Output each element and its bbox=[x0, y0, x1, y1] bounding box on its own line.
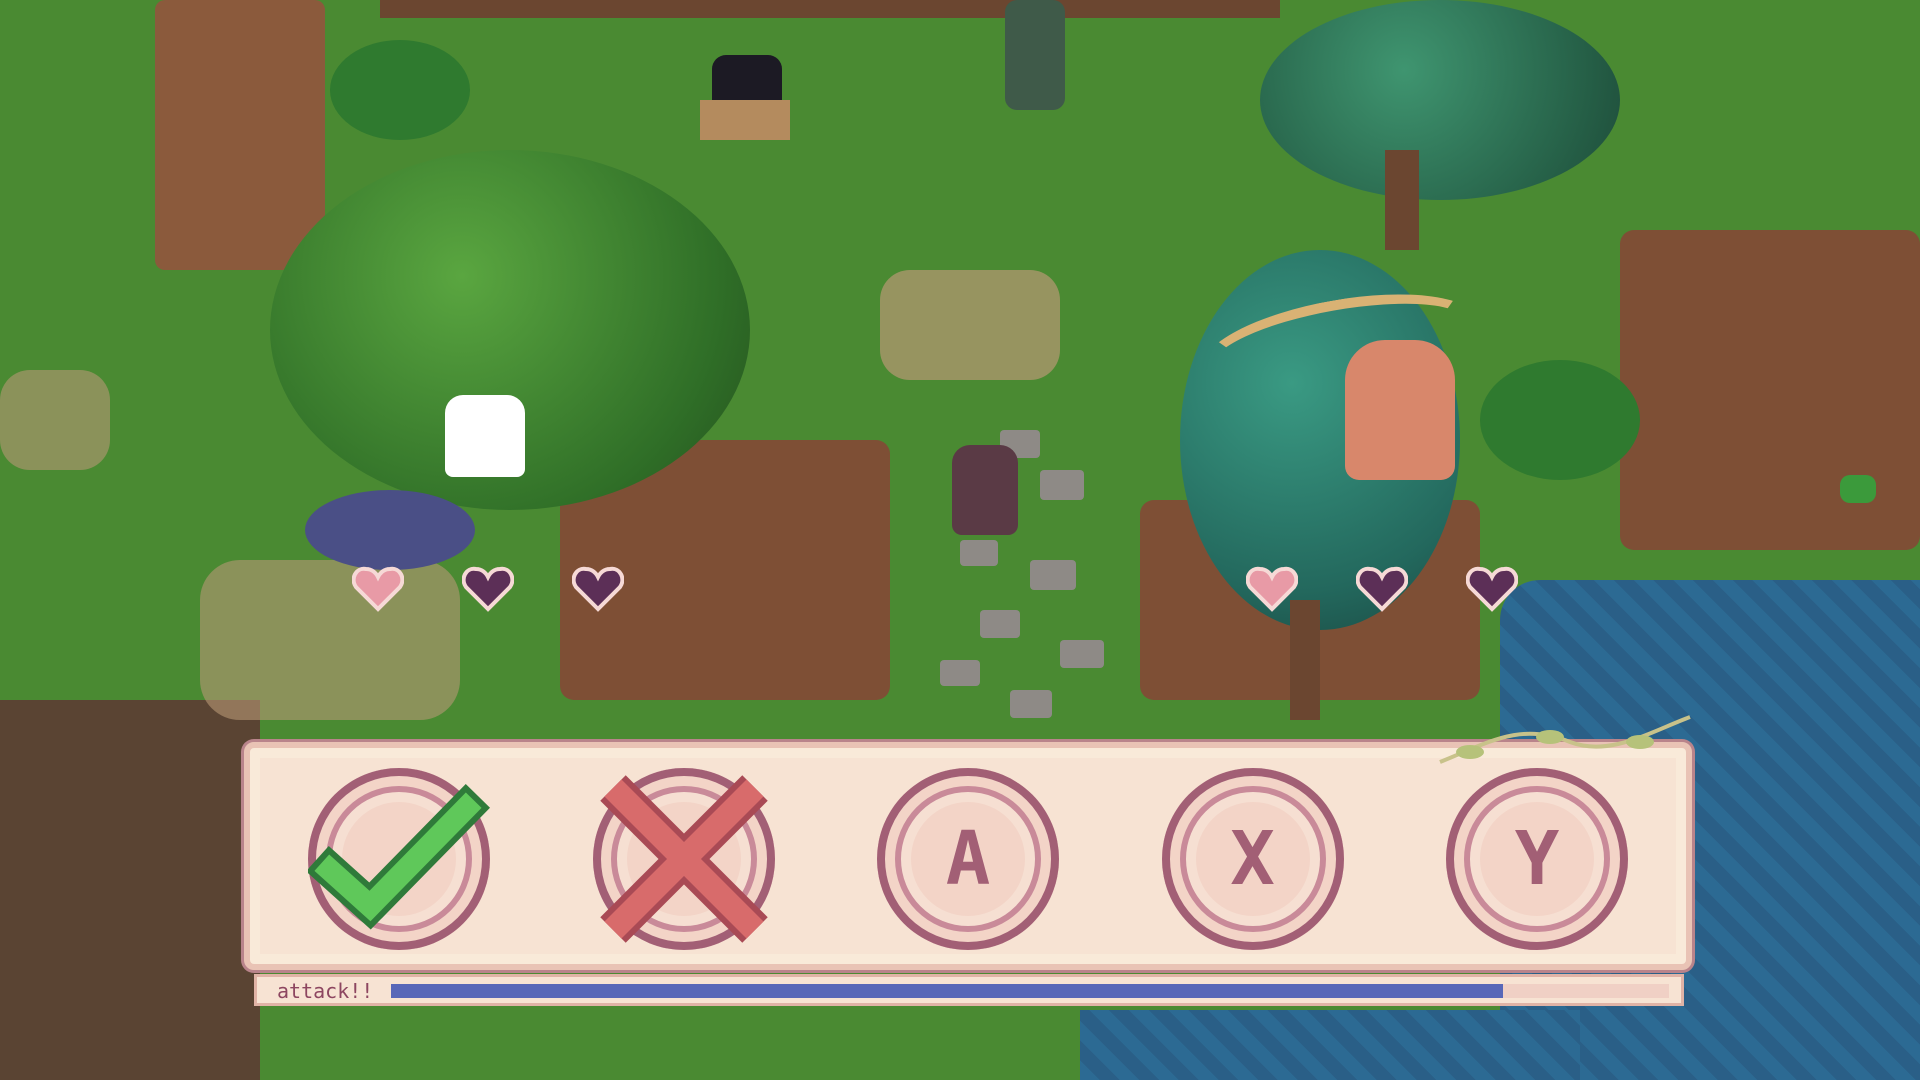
enemy-hearts bbox=[1246, 565, 1518, 613]
heart-icon bbox=[462, 565, 514, 613]
fence bbox=[380, 0, 1280, 18]
frog bbox=[1840, 475, 1876, 503]
dirt-patch bbox=[880, 270, 1060, 380]
qte-button-letter: X bbox=[1230, 816, 1275, 902]
qte-button-row: A X Y bbox=[305, 768, 1628, 950]
purple-bush bbox=[305, 490, 475, 570]
heart-icon bbox=[572, 565, 624, 613]
heart-icon bbox=[1356, 565, 1408, 613]
path-stone bbox=[960, 540, 998, 566]
qte-panel: A X Y bbox=[244, 742, 1692, 970]
timer-label: attack!! bbox=[277, 979, 374, 1003]
heart-icon bbox=[352, 565, 404, 613]
villager-npc bbox=[1005, 0, 1065, 110]
qte-button-letter: Y bbox=[1514, 816, 1560, 902]
qte-button-a[interactable]: A bbox=[877, 768, 1059, 950]
path-stone bbox=[1030, 560, 1076, 590]
path-stone bbox=[940, 660, 980, 686]
qte-button-y[interactable]: Y bbox=[1446, 768, 1628, 950]
heart-icon bbox=[1466, 565, 1518, 613]
attack-timer: attack!! bbox=[254, 974, 1684, 1006]
cliff-far-right bbox=[1620, 230, 1920, 550]
dirt-patch bbox=[0, 370, 110, 470]
path-stone bbox=[1010, 690, 1052, 718]
timer-track bbox=[391, 984, 1669, 998]
qte-button-1[interactable] bbox=[305, 768, 491, 950]
player-hearts bbox=[352, 565, 624, 613]
check-icon bbox=[305, 768, 491, 950]
fern-bush bbox=[1480, 360, 1640, 480]
path-stone bbox=[1040, 470, 1084, 500]
pond-water bbox=[1080, 1010, 1580, 1080]
qte-button-letter: A bbox=[945, 816, 991, 902]
tree-trunk bbox=[1290, 600, 1320, 720]
qte-button-x[interactable]: X bbox=[1161, 768, 1344, 950]
path-stone bbox=[980, 610, 1020, 638]
tree-top-right bbox=[1260, 0, 1620, 200]
white-cat bbox=[445, 395, 525, 477]
heart-icon bbox=[1246, 565, 1298, 613]
cross-icon bbox=[593, 768, 775, 950]
tree-trunk bbox=[1385, 150, 1419, 250]
vine-decoration bbox=[1439, 715, 1691, 764]
cliff-left bbox=[155, 0, 325, 270]
cardboard-box bbox=[700, 100, 790, 140]
dark-soil bbox=[0, 700, 260, 1080]
bush bbox=[330, 40, 470, 140]
timer-fill bbox=[391, 984, 1503, 998]
qte-button-2[interactable] bbox=[592, 768, 775, 950]
path-stone bbox=[1060, 640, 1104, 668]
player-cat bbox=[952, 445, 1018, 535]
